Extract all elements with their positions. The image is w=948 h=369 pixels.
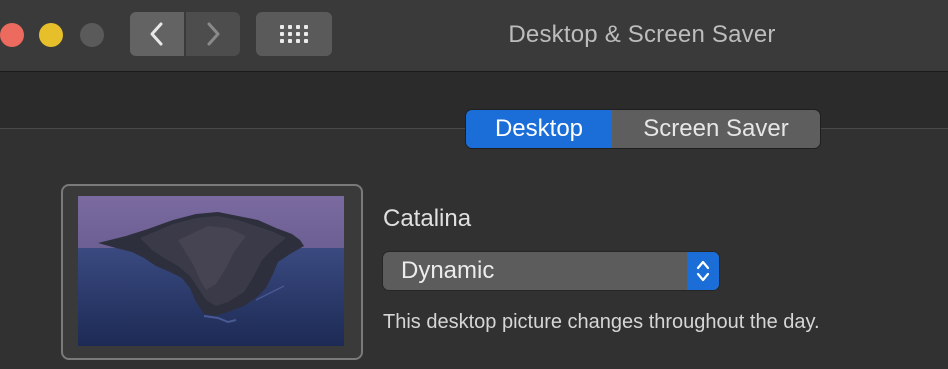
toolbar: Desktop & Screen Saver xyxy=(0,0,948,72)
catalina-island-image xyxy=(78,196,344,346)
minimize-window-button[interactable] xyxy=(39,23,63,47)
tab-screen-saver[interactable]: Screen Saver xyxy=(612,110,820,148)
window-title: Desktop & Screen Saver xyxy=(508,21,776,48)
dynamic-mode-popup[interactable]: Dynamic xyxy=(383,252,719,290)
grid-icon xyxy=(280,25,308,43)
popup-arrows[interactable] xyxy=(687,252,719,290)
forward-button[interactable] xyxy=(186,12,240,56)
navigation-buttons xyxy=(130,12,240,56)
close-window-button[interactable] xyxy=(0,23,24,47)
zoom-window-button xyxy=(80,23,104,47)
back-button[interactable] xyxy=(130,12,184,56)
tab-desktop[interactable]: Desktop xyxy=(466,110,612,148)
popup-selected-value: Dynamic xyxy=(401,257,495,284)
tab-bar: Desktop Screen Saver xyxy=(466,110,820,148)
show-all-button[interactable] xyxy=(256,12,332,56)
desktop-picture-thumbnail[interactable] xyxy=(78,196,344,346)
chevron-right-icon xyxy=(207,22,220,46)
picture-description: This desktop picture changes throughout … xyxy=(383,311,820,333)
picture-name: Catalina xyxy=(383,205,472,232)
chevron-left-icon xyxy=(150,22,163,46)
up-down-chevron-icon xyxy=(696,260,710,282)
